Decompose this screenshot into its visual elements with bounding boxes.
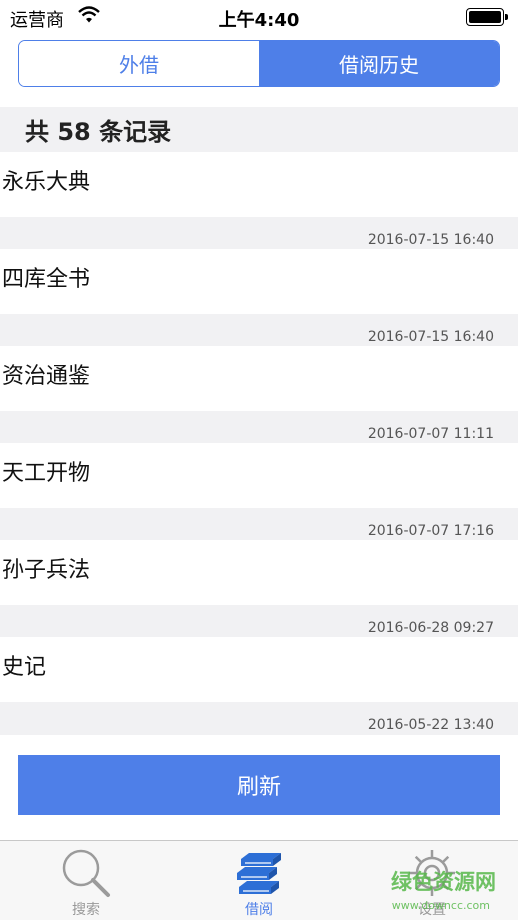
list-item[interactable]: 四库全书 2016-07-15 16:40 [0,249,518,346]
segmented-control: 外借 借阅历史 [18,40,500,87]
list-item[interactable]: 天工开物 2016-07-07 17:16 [0,443,518,540]
watermark-logo: 绿色资源网 [391,870,496,894]
watermark-url: www.downcc.com [391,899,490,912]
item-date: 2016-07-07 11:11 [367,426,494,442]
item-title: 天工开物 [2,461,91,486]
history-list: 共 58 条记录 永乐大典 2016-07-15 16:40 四库全书 2016… [0,107,518,735]
item-title: 四库全书 [2,267,91,292]
item-date: 2016-07-15 16:40 [367,232,494,248]
status-bar: 运营商 上午4:40 [0,0,518,34]
item-title: 资治通鉴 [2,364,91,389]
tab-search[interactable]: 搜索 [0,841,172,920]
item-title: 孙子兵法 [2,558,91,583]
list-item[interactable]: 史记 2016-05-22 13:40 [0,637,518,734]
segment-borrow-history[interactable]: 借阅历史 [259,41,499,86]
books-icon [237,853,281,894]
tab-bar: 搜索 借阅 设置 绿色资源网 www.downcc.com [0,840,518,920]
tab-label: 借阅 [245,902,273,918]
item-title: 永乐大典 [2,170,91,195]
list-item[interactable]: 永乐大典 2016-07-15 16:40 [0,152,518,249]
tab-label: 搜索 [72,902,100,918]
status-time: 上午4:40 [218,10,300,31]
item-date: 2016-07-07 17:16 [367,523,494,539]
list-item[interactable]: 孙子兵法 2016-06-28 09:27 [0,540,518,637]
battery-icon [466,8,508,26]
record-count: 共 58 条记录 [25,118,172,146]
tab-borrow[interactable]: 借阅 [173,841,345,920]
segment-borrowed[interactable]: 外借 [19,41,259,86]
item-date: 2016-05-22 13:40 [367,717,494,733]
item-date: 2016-06-28 09:27 [367,620,494,636]
item-title: 史记 [2,655,47,680]
refresh-button[interactable]: 刷新 [18,755,500,815]
item-date: 2016-07-15 16:40 [367,329,494,345]
search-icon [62,849,110,897]
list-item[interactable]: 资治通鉴 2016-07-07 11:11 [0,346,518,443]
